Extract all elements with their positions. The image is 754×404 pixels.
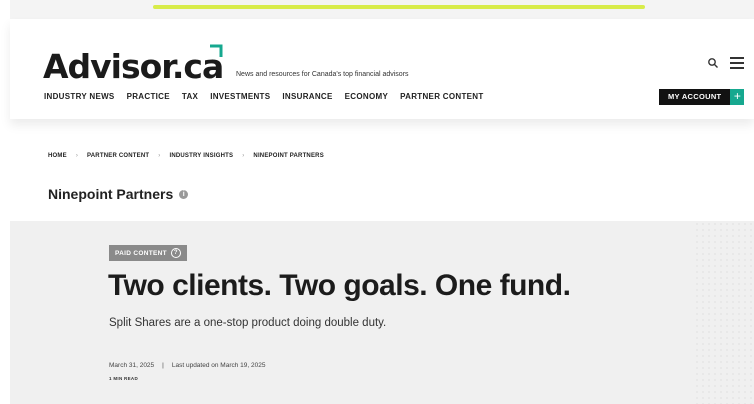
breadcrumb-separator: ›: [158, 153, 161, 159]
read-time: 1 MIN READ: [109, 376, 139, 381]
breadcrumb-separator: ›: [242, 153, 245, 159]
top-strip: [10, 0, 754, 19]
breadcrumb: HOME › PARTNER CONTENT › INDUSTRY INSIGH…: [48, 153, 324, 159]
nav-practice[interactable]: PRACTICE: [127, 92, 170, 101]
nav-tax[interactable]: TAX: [182, 92, 198, 101]
site-tagline: News and resources for Canada's top fina…: [236, 71, 409, 78]
nav-industry-news[interactable]: INDUSTRY NEWS: [44, 92, 115, 101]
top-accent-bar: [153, 5, 645, 9]
my-account-button[interactable]: MY ACCOUNT: [659, 89, 731, 105]
last-updated: Last updated on March 19, 2025: [171, 362, 266, 369]
publish-date: March 31, 2025: [109, 362, 155, 369]
partner-title: Ninepoint Partners i: [48, 186, 189, 202]
paid-content-badge[interactable]: PAID CONTENT ?: [109, 245, 187, 261]
breadcrumb-partner-content[interactable]: PARTNER CONTENT: [87, 153, 149, 159]
article-subhead: Split Shares are a one-stop product doin…: [109, 317, 387, 329]
nav-economy[interactable]: ECONOMY: [345, 92, 388, 101]
article-meta: March 31, 2025 | Last updated on March 1…: [109, 362, 265, 369]
nav-partner-content[interactable]: PARTNER CONTENT: [400, 92, 483, 101]
main-nav: INDUSTRY NEWS PRACTICE TAX INVESTMENTS I…: [44, 92, 484, 101]
breadcrumb-ninepoint-partners[interactable]: NINEPOINT PARTNERS: [253, 153, 324, 159]
info-icon[interactable]: i: [179, 189, 189, 199]
breadcrumb-industry-insights[interactable]: INDUSTRY INSIGHTS: [169, 153, 233, 159]
plus-icon[interactable]: +: [730, 89, 745, 105]
nav-insurance[interactable]: INSURANCE: [282, 92, 332, 101]
site-logo[interactable]: Advisor.ca: [43, 47, 224, 87]
decorative-dot-pattern: [694, 221, 754, 404]
breadcrumb-separator: ›: [75, 153, 79, 159]
search-icon[interactable]: [707, 57, 719, 69]
help-icon[interactable]: ?: [170, 248, 181, 258]
my-account-control: MY ACCOUNT +: [659, 89, 745, 105]
site-header: Advisor.ca News and resources for Canada…: [10, 19, 754, 119]
partner-name: Ninepoint Partners: [48, 186, 174, 202]
corner-bracket-icon: [210, 44, 223, 57]
hamburger-menu-icon[interactable]: [730, 57, 744, 69]
article-headline: Two clients. Two goals. One fund.: [108, 269, 571, 302]
paid-content-label: PAID CONTENT: [115, 249, 167, 257]
nav-investments[interactable]: INVESTMENTS: [210, 92, 270, 101]
meta-separator: |: [162, 362, 164, 369]
article-hero: PAID CONTENT ? Two clients. Two goals. O…: [10, 221, 754, 404]
breadcrumb-home[interactable]: HOME: [48, 153, 67, 159]
